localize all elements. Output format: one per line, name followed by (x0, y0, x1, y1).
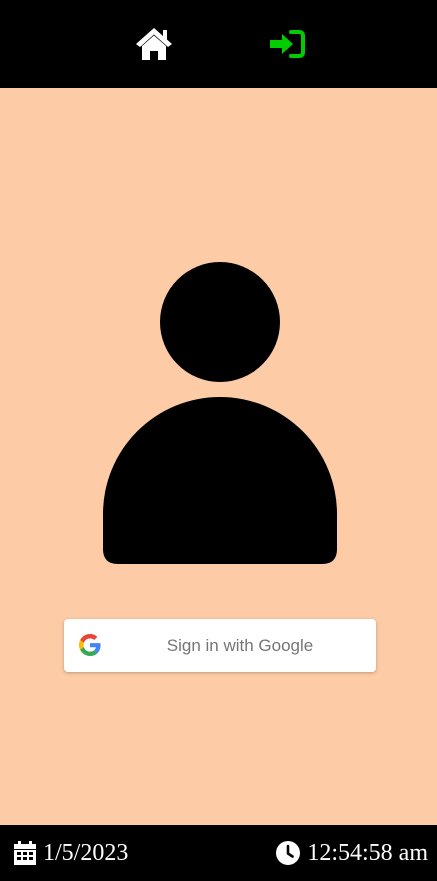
google-logo-icon (79, 634, 101, 656)
calendar-icon (14, 841, 36, 865)
top-nav-bar (0, 0, 437, 88)
google-sign-in-label: Sign in with Google (166, 636, 314, 655)
status-footer: 1/5/2023 12:54:58 am (0, 825, 437, 881)
clock-icon (276, 841, 301, 865)
google-sign-in-button[interactable]: Sign in with Google (64, 619, 376, 672)
sign-in-icon (270, 30, 305, 58)
date-display: 1/5/2023 (14, 839, 128, 867)
sign-in-button[interactable] (267, 26, 307, 62)
time-text: 12:54:58 am (307, 839, 428, 866)
user-avatar-icon (103, 262, 337, 564)
time-display: 12:54:58 am (276, 839, 428, 867)
home-icon (136, 28, 172, 60)
home-button[interactable] (134, 26, 174, 62)
date-text: 1/5/2023 (43, 839, 129, 866)
